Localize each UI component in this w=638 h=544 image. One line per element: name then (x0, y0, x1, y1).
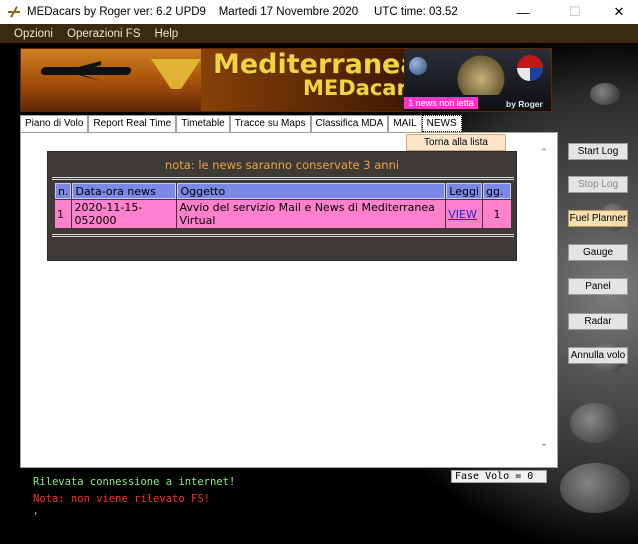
vertical-scrollbar[interactable]: ⌃ ⌄ (535, 145, 553, 455)
cell-days: 1 (483, 200, 511, 228)
banner-credit: by Roger (506, 99, 543, 109)
news-box: nota: le news saranno conservate 3 anni … (47, 151, 517, 261)
col-header-subject: Oggetto (177, 183, 446, 199)
lunar-lander-icon (451, 55, 511, 95)
menu-bar: Opzioni Operazioni FS Help (0, 24, 638, 43)
annulla-volo-button[interactable]: Annulla volo (568, 347, 628, 364)
status-internet: Rilevata connessione a internet! (33, 476, 236, 488)
col-header-leggi: Leggi (446, 183, 482, 199)
scroll-up-icon[interactable]: ⌃ (538, 147, 550, 159)
news-badge[interactable]: 1 news non letta (404, 97, 478, 109)
fuel-planner-button[interactable]: Fuel Planner (568, 210, 628, 227)
panel-button[interactable]: Panel (568, 278, 628, 295)
tab-classifica-mda[interactable]: Classifica MDA (310, 115, 389, 132)
tab-report-real-time[interactable]: Report Real Time (88, 115, 177, 132)
fase-volo-indicator: Fase Volo = 0 (451, 470, 547, 483)
tab-mail[interactable]: MAIL (388, 115, 422, 132)
menu-opzioni[interactable]: Opzioni (14, 28, 53, 40)
view-link[interactable]: VIEW (448, 208, 477, 221)
banner: Mediterranea MEDacars 1 news non letta b… (20, 48, 552, 112)
divider (52, 177, 514, 180)
menu-operazioni-fs[interactable]: Operazioni FS (67, 28, 141, 40)
start-log-button[interactable]: Start Log (568, 143, 628, 160)
cell-n: 1 (55, 200, 72, 228)
minimize-icon[interactable]: — (500, 0, 546, 24)
close-icon[interactable]: ✕ (596, 0, 638, 24)
col-header-datetime: Data-ora news (72, 183, 177, 199)
window-title: MEDacars by Roger ver: 6.2 UPD9 Martedi … (27, 6, 458, 18)
menu-help[interactable]: Help (155, 28, 179, 40)
scroll-down-icon[interactable]: ⌄ (538, 437, 550, 449)
flag-badge-icon (517, 55, 543, 81)
divider (52, 234, 514, 237)
col-header-n: n. (55, 183, 72, 199)
tab-strip: Piano di Volo Report Real Time Timetable… (20, 115, 462, 132)
news-table: n. Data-ora news Oggetto Leggi gg. 1 202… (54, 182, 512, 229)
radar-button[interactable]: Radar (568, 313, 628, 330)
back-to-list-button[interactable]: Torna alla lista (406, 134, 506, 151)
globe-icon (409, 57, 427, 75)
banner-subtitle: MEDacars (303, 76, 420, 100)
cell-subject: Avvio del servizio Mail e News di Medite… (177, 200, 446, 228)
gauge-button[interactable]: Gauge (568, 244, 628, 261)
title-bar: MEDacars by Roger ver: 6.2 UPD9 Martedi … (0, 0, 638, 24)
tab-piano-di-volo[interactable]: Piano di Volo (20, 115, 89, 132)
text-cursor: ‘ (33, 512, 39, 522)
table-header-row: n. Data-ora news Oggetto Leggi gg. (55, 183, 511, 199)
col-header-days: gg. (483, 183, 511, 199)
table-row: 1 2020-11-15-052000 Avvio del servizio M… (55, 200, 511, 228)
tab-news[interactable]: NEWS (421, 115, 462, 132)
stop-log-button[interactable]: Stop Log (568, 176, 628, 193)
maximize-icon[interactable]: ☐ (552, 0, 598, 24)
status-fs: Nota: non viene rilevato FS! (33, 493, 211, 505)
cell-datetime: 2020-11-15-052000 (72, 200, 177, 228)
news-note: nota: le news saranno conservate 3 anni (164, 158, 400, 172)
tab-timetable[interactable]: Timetable (176, 115, 230, 132)
app-icon[interactable] (7, 5, 21, 19)
tab-tracce-su-maps[interactable]: Tracce su Maps (229, 115, 311, 132)
